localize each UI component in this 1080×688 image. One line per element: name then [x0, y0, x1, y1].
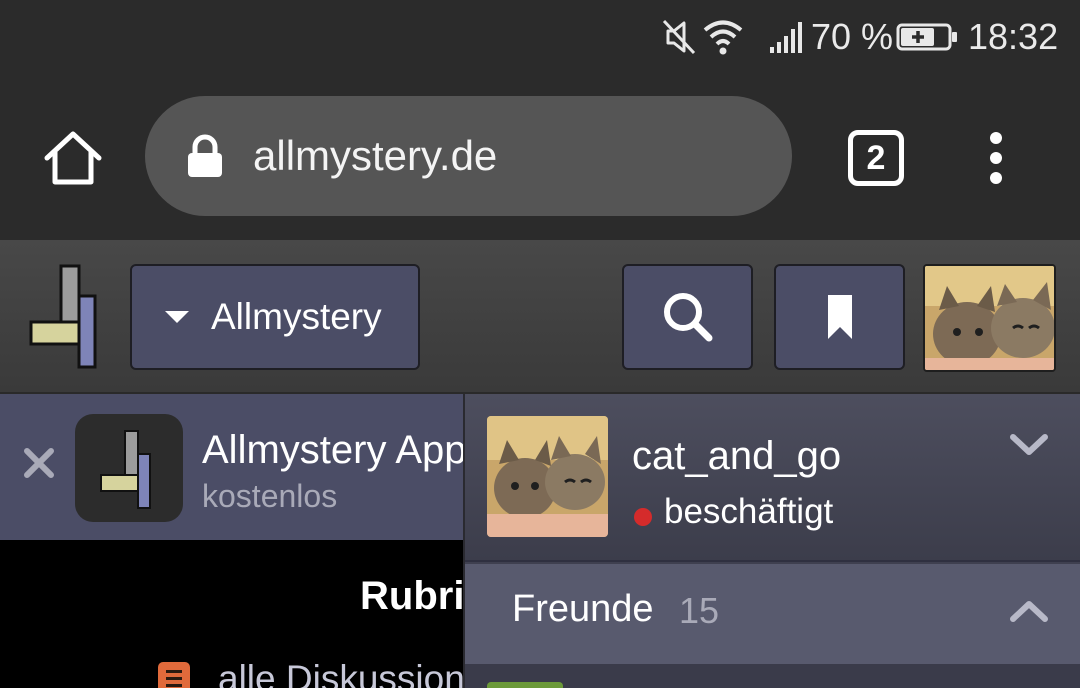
- search-icon: [663, 293, 712, 342]
- user-avatar-button[interactable]: [923, 264, 1056, 372]
- bookmark-button[interactable]: [774, 264, 905, 370]
- app-icon: [75, 414, 183, 522]
- address-bar[interactable]: allmystery.de: [145, 96, 792, 216]
- nav-dropdown-label: Allmystery: [211, 296, 382, 337]
- site-header: Allmystery: [0, 240, 1080, 394]
- app-banner-title: Allmystery App: [202, 428, 467, 472]
- caret-down-icon: [165, 311, 189, 323]
- main-content: Rubriken alle Diskussionen: [0, 540, 470, 688]
- browser-toolbar: allmystery.de 2: [0, 76, 1080, 240]
- user-panel: cat_and_go beschäftigt Freunde 15: [463, 394, 1080, 688]
- close-icon: [24, 448, 54, 478]
- all-discussions-link[interactable]: alle Diskussionen: [218, 658, 470, 688]
- muted-speaker-icon: [660, 14, 698, 60]
- chevron-up-icon[interactable]: [1009, 598, 1049, 624]
- site-nav-dropdown[interactable]: Allmystery: [130, 264, 420, 370]
- tab-switcher-button[interactable]: 2: [848, 130, 904, 186]
- close-banner-button[interactable]: [20, 444, 58, 482]
- discussion-list-icon: [158, 662, 190, 688]
- status-bar: 70 % 18:32: [0, 0, 1080, 76]
- friends-section-header[interactable]: Freunde 15: [465, 564, 1080, 664]
- friend-avatar[interactable]: [487, 682, 563, 688]
- lock-icon: [188, 134, 222, 177]
- user-profile-row[interactable]: cat_and_go beschäftigt: [465, 394, 1080, 562]
- signal-bars-icon: [768, 14, 804, 60]
- app-install-banner[interactable]: Allmystery App kostenlos: [0, 394, 470, 540]
- wifi-icon: [702, 14, 744, 60]
- allmystery-logo-icon: [100, 430, 151, 509]
- avatar[interactable]: [487, 416, 608, 537]
- bookmark-icon: [827, 295, 852, 339]
- user-avatar-image: [487, 416, 608, 537]
- clock: 18:32: [968, 16, 1059, 57]
- home-button[interactable]: [36, 121, 110, 195]
- home-icon: [44, 131, 102, 185]
- avatar: [925, 266, 1054, 370]
- battery-charging-icon: [896, 14, 958, 60]
- friends-label: Freunde: [512, 588, 654, 630]
- friends-count: 15: [679, 590, 720, 631]
- battery-percent: 70 %: [811, 16, 894, 57]
- more-vertical-icon[interactable]: [976, 128, 1016, 188]
- url-text[interactable]: allmystery.de: [253, 127, 497, 185]
- username: cat_and_go: [632, 434, 842, 478]
- allmystery-logo-icon[interactable]: [28, 264, 100, 370]
- status-indicator: [634, 508, 652, 526]
- section-title: Rubriken: [360, 574, 470, 618]
- search-button[interactable]: [622, 264, 753, 370]
- chevron-down-icon[interactable]: [1009, 432, 1049, 458]
- app-banner-subtitle: kostenlos: [202, 478, 338, 514]
- tab-count: 2: [866, 138, 886, 177]
- user-status: beschäftigt: [664, 492, 834, 531]
